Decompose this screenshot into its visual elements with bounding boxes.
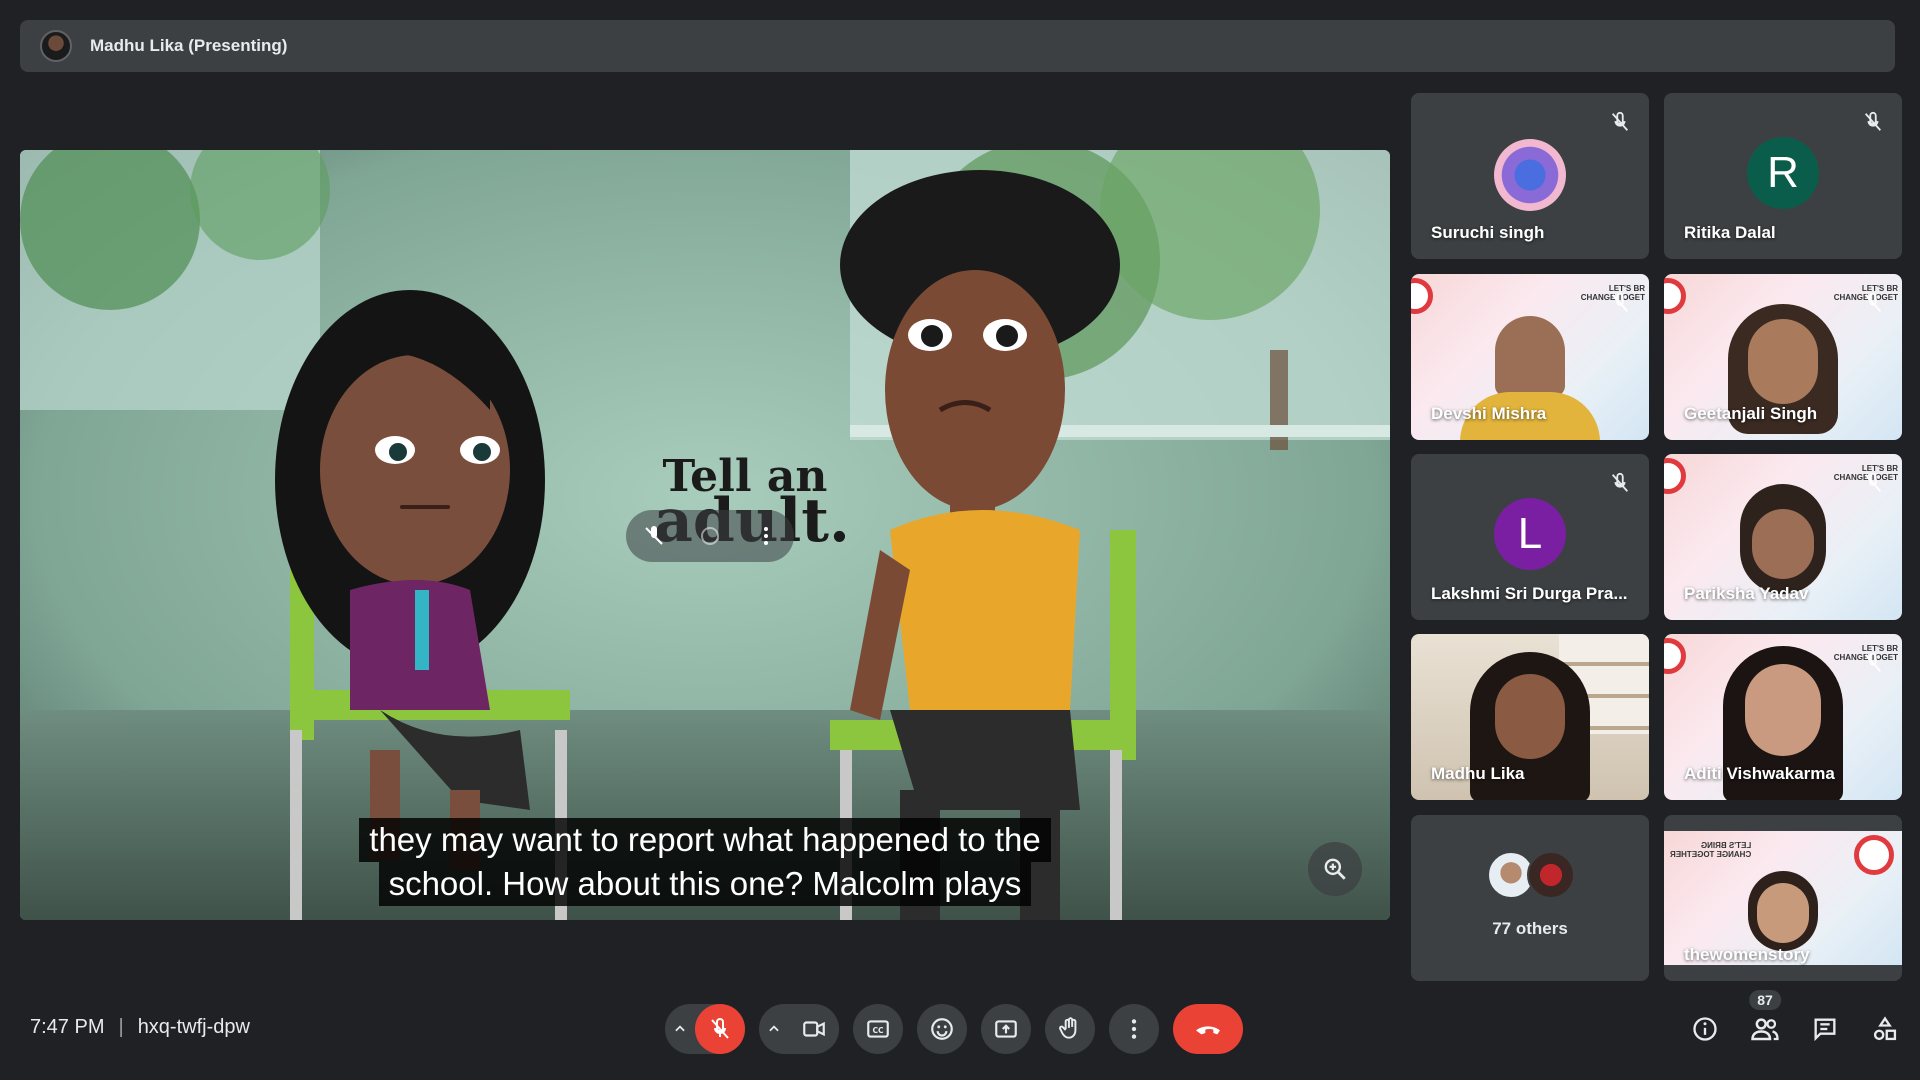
info-icon (1693, 1017, 1717, 1041)
audio-options-button[interactable] (665, 1004, 695, 1054)
meeting-info-separator: | (118, 1016, 124, 1038)
more-options-button[interactable] (1109, 1004, 1159, 1054)
participant-tile[interactable]: Suruchi singh (1411, 93, 1649, 259)
participant-video (1748, 319, 1818, 404)
chevron-up-icon (675, 1025, 685, 1032)
presentation-stage[interactable]: Tell an adult. they may want to report w… (20, 150, 1390, 920)
video-options-button[interactable] (759, 1004, 789, 1054)
zoom-button[interactable] (1308, 842, 1362, 896)
hand-icon (1059, 1017, 1077, 1039)
chevron-up-icon (769, 1025, 779, 1032)
people-count-badge: 87 (1749, 990, 1781, 1010)
participant-name: Pariksha Yadav (1684, 584, 1809, 603)
closed-caption-icon: CC (867, 1020, 889, 1038)
participant-name: Lakshmi Sri Durga Pra... (1431, 584, 1628, 603)
activities-button[interactable] (1868, 1012, 1902, 1046)
participant-video (1745, 664, 1821, 756)
emoji-icon (931, 1018, 953, 1040)
camera-control-group (759, 1004, 839, 1054)
brand-logo (1664, 458, 1686, 494)
presenter-name: Madhu Lika (Presenting) (90, 36, 288, 55)
zoom-in-icon (1324, 858, 1346, 880)
mic-off-icon (1864, 111, 1882, 131)
others-tile[interactable]: 77 others (1411, 815, 1649, 981)
chat-icon (1814, 1018, 1836, 1042)
participant-avatar (1494, 139, 1566, 211)
camera-toggle-button[interactable] (789, 1004, 839, 1054)
mic-control-group (665, 1004, 745, 1054)
call-end-icon (1196, 1026, 1220, 1035)
mic-off-icon (711, 1018, 729, 1039)
reactions-button[interactable] (917, 1004, 967, 1054)
brand-logo (1411, 278, 1433, 314)
participant-tile[interactable]: LET'S BR CHANGE TOGET Aditi Vishwakarma (1664, 634, 1902, 800)
caption-line-1: they may want to report what happened to… (359, 818, 1051, 862)
more-vert-icon[interactable] (754, 524, 778, 548)
participant-avatar: R (1747, 137, 1819, 209)
present-button[interactable] (981, 1004, 1031, 1054)
participant-avatar: L (1494, 498, 1566, 570)
mic-off-icon (1864, 652, 1882, 672)
presenter-avatar (40, 30, 72, 62)
brand-logo (1854, 835, 1894, 875)
meeting-info: 7:47 PM | hxq-twfj-dpw (30, 1016, 250, 1039)
participant-name: Madhu Lika (1431, 764, 1525, 783)
participant-tile[interactable]: L Lakshmi Sri Durga Pra... (1411, 454, 1649, 620)
participant-video (1757, 883, 1809, 943)
more-vert-icon (1131, 1019, 1137, 1039)
mic-off-icon (1864, 292, 1882, 312)
others-avatars (1487, 851, 1579, 901)
participant-tile[interactable]: Madhu Lika (1411, 634, 1649, 800)
svg-text:CC: CC (872, 1026, 884, 1035)
call-controls: CC (665, 1004, 1243, 1054)
participant-name: Devshi Mishra (1431, 404, 1547, 423)
tile-badge-line-2: CHANGE TOGETHER (1670, 850, 1752, 859)
videocam-icon (803, 1021, 825, 1037)
mic-off-icon (1611, 472, 1629, 492)
participant-name: thewomenstory (1684, 945, 1810, 964)
tile-badge-mirrored: LET'S BRING CHANGE TOGETHER (1670, 841, 1751, 859)
mic-off-icon[interactable] (642, 524, 666, 548)
mic-off-icon (1611, 111, 1629, 131)
participant-video (1495, 316, 1565, 396)
participant-tile[interactable]: R Ritika Dalal (1664, 93, 1902, 259)
participant-name: Aditi Vishwakarma (1684, 764, 1835, 783)
participant-tile[interactable]: LET'S BRING CHANGE TOGETHER thewomenstory (1664, 815, 1902, 981)
avatar (1527, 851, 1575, 899)
people-button[interactable]: 87 (1748, 990, 1782, 1046)
visibility-icon[interactable] (698, 524, 722, 548)
raise-hand-button[interactable] (1045, 1004, 1095, 1054)
mic-off-icon (1864, 472, 1882, 492)
brand-logo (1664, 278, 1686, 314)
participant-name: Suruchi singh (1431, 223, 1545, 242)
others-count: 77 others (1492, 919, 1568, 938)
activities-icon (1873, 1016, 1897, 1041)
participant-tile[interactable]: LET'S BR CHANGE TOGET Pariksha Yadav (1664, 454, 1902, 620)
meeting-details-button[interactable] (1688, 1012, 1722, 1046)
participant-video (1495, 674, 1565, 759)
media-controls-chip[interactable] (626, 510, 794, 562)
tile-badge-line-1: LET'S BRING (1700, 841, 1752, 850)
meeting-code[interactable]: hxq-twfj-dpw (138, 1016, 250, 1039)
participant-tile[interactable]: LET'S BR CHANGE TOGET Devshi Mishra (1411, 274, 1649, 440)
caption-line-2: school. How about this one? Malcolm play… (378, 862, 1032, 906)
mic-toggle-button[interactable] (695, 1004, 745, 1054)
brand-logo (1664, 638, 1686, 674)
participant-name: Geetanjali Singh (1684, 404, 1818, 423)
side-panel-controls: 87 (1662, 990, 1902, 1046)
people-icon (1751, 1018, 1779, 1041)
meeting-time: 7:47 PM (30, 1016, 105, 1038)
leave-call-button[interactable] (1173, 1004, 1243, 1054)
present-to-all-icon (995, 1020, 1017, 1038)
captions: they may want to report what happened to… (20, 818, 1390, 906)
participant-tile[interactable]: LET'S BR CHANGE TOGET Geetanjali Singh (1664, 274, 1902, 440)
participant-video (1752, 509, 1814, 579)
captions-button[interactable]: CC (853, 1004, 903, 1054)
presenter-bar: Madhu Lika (Presenting) (20, 20, 1895, 72)
participant-name: Ritika Dalal (1684, 223, 1776, 242)
chat-button[interactable] (1808, 1012, 1842, 1046)
mic-off-icon (1611, 292, 1629, 312)
